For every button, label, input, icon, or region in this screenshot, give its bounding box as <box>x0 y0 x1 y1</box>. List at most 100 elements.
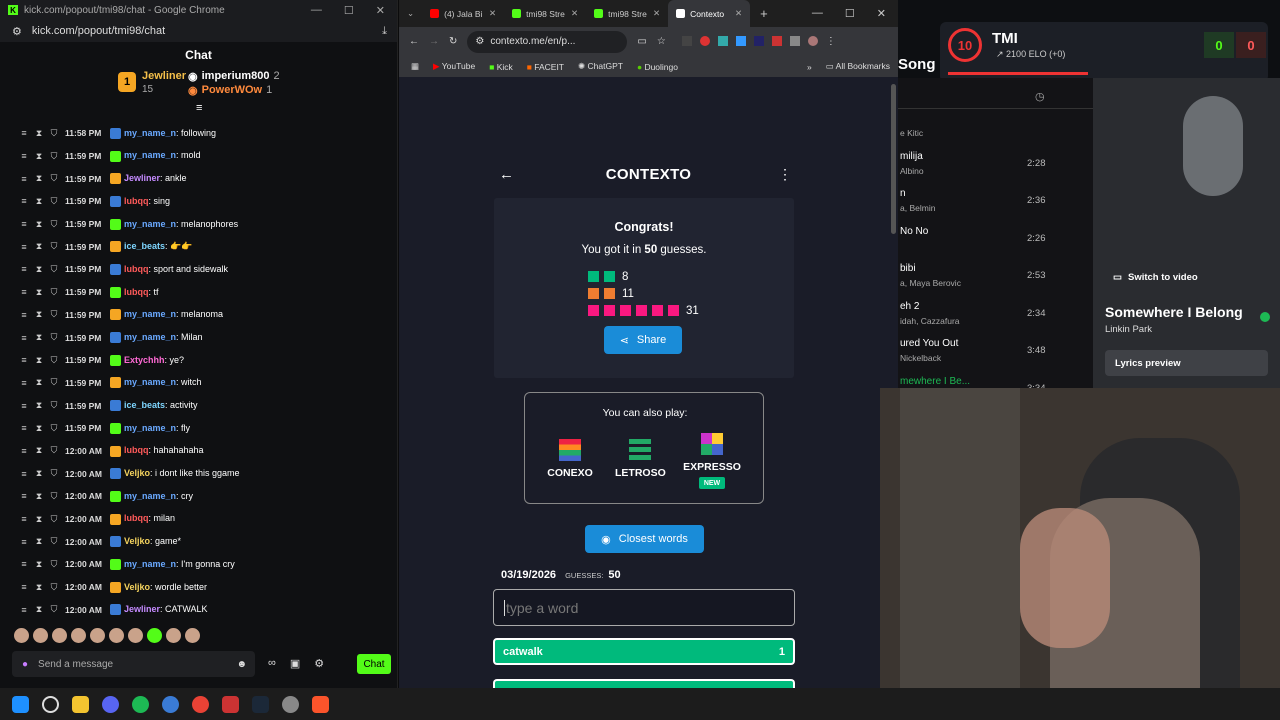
message-username[interactable]: Jewliner <box>124 604 160 614</box>
message-username[interactable]: Veljko <box>124 582 150 592</box>
shield-icon[interactable]: ⛉ <box>50 559 58 570</box>
maximize-button[interactable]: ☐ <box>845 7 855 20</box>
close-button[interactable]: ✕ <box>877 7 886 20</box>
game-expresso[interactable]: EXPRESSO NEW <box>681 433 743 489</box>
new-tab-button[interactable]: + <box>750 6 778 21</box>
word-input[interactable]: type a word <box>493 589 795 626</box>
pin-icon[interactable]: ≡ <box>20 355 28 365</box>
menu-kebab-icon[interactable]: ⋮ <box>778 166 792 183</box>
pin-icon[interactable]: ≡ <box>20 219 28 229</box>
reload-icon[interactable]: ↻ <box>449 36 457 47</box>
shield-icon[interactable]: ⛉ <box>50 264 58 275</box>
faceit-icon[interactable] <box>222 695 239 713</box>
shield-icon[interactable]: ⛉ <box>50 151 58 162</box>
message-username[interactable]: Veljko <box>124 468 150 478</box>
timeout-icon[interactable]: ⧗ <box>35 514 43 525</box>
chrome-icon[interactable] <box>192 695 209 713</box>
emote-icon[interactable] <box>166 628 181 643</box>
emote-icon[interactable] <box>71 628 86 643</box>
install-icon[interactable]: ▭ <box>637 36 646 47</box>
shield-icon[interactable]: ⛉ <box>50 468 58 479</box>
pin-icon[interactable]: ≡ <box>20 491 28 501</box>
timeout-icon[interactable]: ⧗ <box>35 151 43 162</box>
song-row[interactable]: n a, Belmin 2:36 <box>898 183 1093 219</box>
emote-icon[interactable] <box>109 628 124 643</box>
pin-icon[interactable]: ≡ <box>20 378 28 388</box>
pin-icon[interactable]: ≡ <box>20 446 28 456</box>
emote-icon[interactable] <box>185 628 200 643</box>
extension-icon[interactable] <box>699 36 710 46</box>
message-username[interactable]: my_name_n <box>124 559 176 569</box>
discord-icon[interactable] <box>102 695 119 713</box>
pin-icon[interactable]: ≡ <box>20 514 28 524</box>
bookmark-faceit[interactable]: ■ FACEIT <box>527 62 564 72</box>
profile-avatar[interactable] <box>807 36 818 46</box>
shield-icon[interactable]: ⛉ <box>50 445 58 456</box>
pin-icon[interactable]: ≡ <box>20 605 28 615</box>
shield-icon[interactable]: ⛉ <box>50 219 58 230</box>
app-icon[interactable] <box>162 695 179 713</box>
game-letroso[interactable]: LETROSO <box>615 439 666 479</box>
switch-to-video-button[interactable]: ▭ Switch to video <box>1113 272 1198 283</box>
shield-icon[interactable]: ⛉ <box>50 196 58 207</box>
message-username[interactable]: my_name_n <box>124 423 176 433</box>
pin-icon[interactable]: ≡ <box>20 333 28 343</box>
extension-icon[interactable] <box>735 36 746 46</box>
gift-shop-icon[interactable]: ▣ <box>290 657 300 670</box>
bookmark-kick[interactable]: ■ Kick <box>489 62 513 72</box>
message-username[interactable]: my_name_n <box>124 491 176 501</box>
message-username[interactable]: my_name_n <box>124 128 176 138</box>
maximize-button[interactable]: ☐ <box>344 4 354 17</box>
more-bookmarks-icon[interactable]: » <box>807 62 812 72</box>
search-icon[interactable] <box>42 695 59 713</box>
scrollbar[interactable] <box>891 84 896 234</box>
pin-icon[interactable]: ≡ <box>20 310 28 320</box>
timeout-icon[interactable]: ⧗ <box>35 400 43 411</box>
timeout-icon[interactable]: ⧗ <box>35 491 43 502</box>
timeout-icon[interactable]: ⧗ <box>35 332 43 343</box>
tab-search-icon[interactable]: ⌄ <box>399 8 422 19</box>
pin-icon[interactable]: ≡ <box>20 264 28 274</box>
message-username[interactable]: lubqq <box>124 196 149 206</box>
back-icon[interactable]: ← <box>409 36 419 47</box>
tab-kick-2[interactable]: tmi98 Stre ✕ <box>586 0 668 27</box>
pin-icon[interactable]: ≡ <box>20 174 28 184</box>
tab-youtube[interactable]: (4) Jala Bi ✕ <box>422 0 504 27</box>
timeout-icon[interactable]: ⧗ <box>35 196 43 207</box>
shield-icon[interactable]: ⛉ <box>50 377 58 388</box>
pin-icon[interactable]: ≡ <box>20 196 28 206</box>
bookmark-youtube[interactable]: ▶ YouTube <box>433 61 475 72</box>
pin-icon[interactable]: ≡ <box>20 401 28 411</box>
shield-icon[interactable]: ⛉ <box>50 536 58 547</box>
message-username[interactable]: lubqq <box>124 513 149 523</box>
leader-name-2[interactable]: imperium800 <box>202 70 270 83</box>
shield-icon[interactable]: ⛉ <box>50 128 58 139</box>
timeout-icon[interactable]: ⧗ <box>35 445 43 456</box>
extensions-puzzle-icon[interactable] <box>789 36 800 46</box>
shield-icon[interactable]: ⛉ <box>50 582 58 593</box>
shield-icon[interactable]: ⛉ <box>50 173 58 184</box>
message-username[interactable]: ice_beats <box>124 400 165 410</box>
shield-icon[interactable]: ⛉ <box>50 400 58 411</box>
chat-input[interactable]: ● Send a message ☻ <box>12 651 255 677</box>
timeout-icon[interactable]: ⧗ <box>35 128 43 139</box>
forward-icon[interactable]: → <box>429 36 439 47</box>
minimize-button[interactable]: — <box>812 7 823 20</box>
message-username[interactable]: my_name_n <box>124 150 176 160</box>
emote-icon[interactable] <box>147 628 162 643</box>
spotify-icon[interactable] <box>132 695 149 713</box>
timeout-icon[interactable]: ⧗ <box>35 173 43 184</box>
download-icon[interactable]: ⤓ <box>382 25 387 38</box>
pin-icon[interactable]: ≡ <box>20 423 28 433</box>
steam-icon[interactable] <box>252 695 269 713</box>
message-username[interactable]: lubqq <box>124 287 149 297</box>
timeout-icon[interactable]: ⧗ <box>35 355 43 366</box>
apps-icon[interactable]: ▦ <box>411 61 419 72</box>
song-row[interactable]: bibi a, Maya Berovic 2:53 <box>898 258 1093 294</box>
timeout-icon[interactable]: ⧗ <box>35 377 43 388</box>
shield-icon[interactable]: ⛉ <box>50 604 58 615</box>
app-icon[interactable] <box>282 695 299 713</box>
message-username[interactable]: lubqq <box>124 445 149 455</box>
timeout-icon[interactable]: ⧗ <box>35 582 43 593</box>
pin-icon[interactable]: ≡ <box>20 582 28 592</box>
